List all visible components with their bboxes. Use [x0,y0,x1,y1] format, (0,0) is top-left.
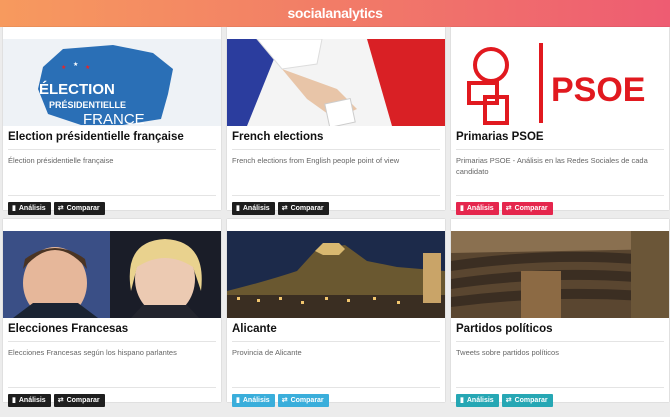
svg-text:★: ★ [61,64,66,71]
compare-icon: ⇄ [505,397,512,404]
divider [456,387,664,388]
card-thumbnail[interactable] [3,231,221,318]
divider [456,195,664,196]
card-thumbnail[interactable] [227,231,445,318]
analysis-button[interactable]: ▮ Análisis [8,394,51,407]
compare-button[interactable]: ⇄ Comparar [277,202,329,215]
divider [232,387,440,388]
compare-button[interactable]: ⇄ Comparar [277,394,329,407]
card-title[interactable]: Partidos políticos [456,323,666,335]
brand-logo[interactable]: socialanalytics [287,5,382,21]
card-description: Tweets sobre partidos políticos [456,348,559,357]
divider [456,341,664,342]
thumb-subtitle-line: PRÉSIDENTIELLE [49,100,126,110]
card-title[interactable]: Alicante [232,323,442,335]
card-description: French elections from English people poi… [232,156,400,165]
divider [8,195,216,196]
compare-button[interactable]: ⇄ Comparar [53,394,105,407]
card-actions: ▮ Análisis ⇄ Comparar [232,202,332,216]
card-actions: ▮ Análisis ⇄ Comparar [456,202,556,216]
card-thumbnail[interactable]: PSOE [451,39,669,126]
card-description: Elecciones Francesas según los hispano p… [8,348,177,357]
card-description: Primarias PSOE - Análisis en las Redes S… [456,156,648,176]
divider [232,195,440,196]
bar-chart-icon: ▮ [460,205,464,212]
divider [8,341,216,342]
thumb-country-line: FRANCE [83,111,145,126]
project-card[interactable]: Partidos políticos Tweets sobre partidos… [451,219,669,407]
project-card[interactable]: French elections French elections from E… [227,27,445,215]
compare-icon: ⇄ [281,397,288,404]
divider [8,387,216,388]
compare-icon: ⇄ [505,205,512,212]
card-thumbnail[interactable] [451,231,669,318]
project-card[interactable]: Elecciones Francesas Elecciones Francesa… [3,219,221,407]
divider [232,341,440,342]
thumb-title-line: ÉLECTION [39,81,115,98]
bar-chart-icon: ▮ [12,397,16,404]
card-actions: ▮ Análisis ⇄ Comparar [456,394,556,408]
compare-button[interactable]: ⇄ Comparar [53,202,105,215]
project-grid: ★ ★ ★ ÉLECTION PRÉSIDENTIELLE FRANCE Éle… [0,27,670,417]
project-card[interactable]: Alicante Provincia de Alicante ▮ Análisis… [227,219,445,407]
compare-icon: ⇄ [281,205,288,212]
bar-chart-icon: ▮ [460,397,464,404]
card-description: Provincia de Alicante [232,348,302,357]
bar-chart-icon: ▮ [236,205,240,212]
divider [232,149,440,150]
card-title[interactable]: French elections [232,131,442,143]
divider [456,149,664,150]
compare-icon: ⇄ [57,205,64,212]
bar-chart-icon: ▮ [12,205,16,212]
card-thumbnail[interactable]: ★ ★ ★ ÉLECTION PRÉSIDENTIELLE FRANCE [3,39,221,126]
card-title[interactable]: Primarias PSOE [456,131,666,143]
card-title[interactable]: Elecciones Francesas [8,323,218,335]
analysis-button[interactable]: ▮ Análisis [232,394,275,407]
compare-button[interactable]: ⇄ Comparar [501,394,553,407]
svg-text:★: ★ [85,64,90,71]
card-actions: ▮ Análisis ⇄ Comparar [8,202,108,216]
card-title[interactable]: Élection présidentielle française [8,131,218,143]
divider [8,149,216,150]
analysis-button[interactable]: ▮ Análisis [8,202,51,215]
compare-icon: ⇄ [57,397,64,404]
card-actions: ▮ Análisis ⇄ Comparar [8,394,108,408]
card-thumbnail[interactable] [227,39,445,126]
analysis-button[interactable]: ▮ Análisis [456,394,499,407]
card-actions: ▮ Análisis ⇄ Comparar [232,394,332,408]
analysis-button[interactable]: ▮ Análisis [456,202,499,215]
svg-text:★: ★ [73,61,78,68]
top-bar: socialanalytics [0,0,670,27]
compare-button[interactable]: ⇄ Comparar [501,202,553,215]
analysis-button[interactable]: ▮ Análisis [232,202,275,215]
project-card[interactable]: ★ ★ ★ ÉLECTION PRÉSIDENTIELLE FRANCE Éle… [3,27,221,215]
bar-chart-icon: ▮ [236,397,240,404]
card-description: Élection présidentielle française [8,156,114,165]
psoe-logo-text: PSOE [551,71,645,109]
project-card[interactable]: PSOE Primarias PSOE Primarias PSOE - Aná… [451,27,669,215]
